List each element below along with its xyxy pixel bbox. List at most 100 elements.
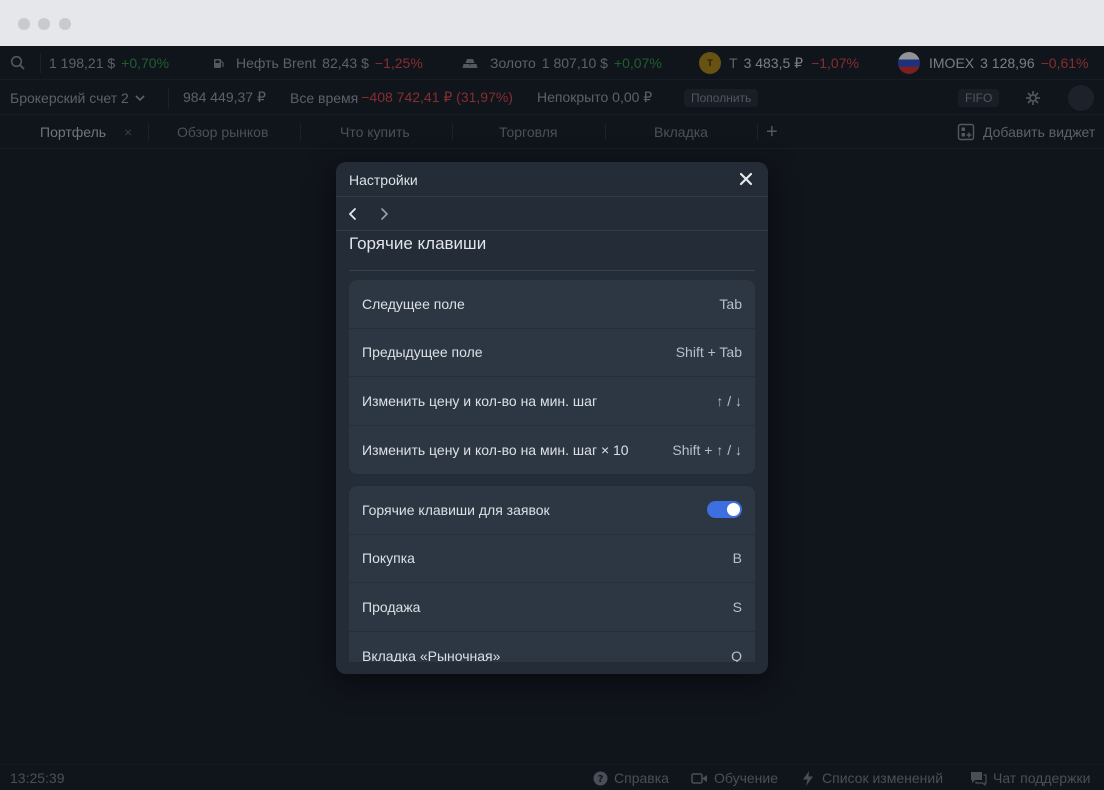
- hotkey-label: Вкладка «Рыночная»: [362, 647, 501, 662]
- hotkey-row[interactable]: Изменить цену и кол-во на мин. шаг × 10 …: [349, 426, 755, 475]
- ticker-price: 1 807,10 $: [541, 55, 608, 71]
- help-label: Справка: [614, 770, 669, 786]
- hotkey-value: Shift + Tab: [675, 344, 742, 361]
- add-widget-button[interactable]: Добавить виджет: [957, 115, 1095, 149]
- tab-divider: [452, 124, 453, 140]
- hotkey-value: Q: [731, 647, 742, 662]
- avatar[interactable]: [1068, 85, 1094, 111]
- tcs-logo: T: [699, 52, 721, 74]
- ticker-price: 1 198,21 $: [49, 55, 116, 71]
- settings-modal: Настройки Горячие клавиши Следущее поле …: [336, 162, 768, 674]
- ticker-brent[interactable]: Нефть Brent 82,43 $ −1,25%: [212, 46, 423, 80]
- window-maximize-dot[interactable]: [59, 18, 71, 30]
- tab-label: Вкладка: [654, 124, 708, 140]
- account-selector[interactable]: Брокерский счет 2: [10, 80, 146, 115]
- video-icon: [691, 772, 707, 784]
- add-tab-button[interactable]: +: [766, 115, 778, 149]
- support-chat-link[interactable]: Чат поддержки: [970, 765, 1090, 790]
- hotkey-row[interactable]: Следущее поле Tab: [349, 280, 755, 329]
- chevron-right-icon: [381, 208, 389, 220]
- window-close-dot[interactable]: [18, 18, 30, 30]
- ticker-gold-usd[interactable]: 1 198,21 $ +0,70%: [49, 46, 169, 80]
- modal-navigation: [336, 197, 768, 231]
- tab-portfolio[interactable]: Портфель ×: [40, 115, 132, 149]
- ticker-change: +0,07%: [613, 55, 662, 71]
- chevron-down-icon: [135, 94, 145, 101]
- tab-what-to-buy[interactable]: Что купить: [340, 115, 410, 149]
- lightning-icon: [803, 770, 813, 786]
- tab-divider: [300, 124, 301, 140]
- all-time-value: −408 742,41 ₽ (31,97%): [361, 89, 513, 105]
- balance-value: 984 449,37 ₽: [183, 89, 266, 105]
- hotkey-row[interactable]: Продажа S: [349, 583, 755, 632]
- order-hotkeys-toggle-row[interactable]: Горячие клавиши для заявок: [349, 486, 755, 535]
- learning-label: Обучение: [714, 770, 779, 786]
- account-balance: 984 449,37 ₽: [183, 80, 266, 115]
- tab-custom[interactable]: Вкладка: [654, 115, 708, 149]
- add-widget-icon: [957, 123, 975, 141]
- all-time-pnl[interactable]: Все время −408 742,41 ₽ (31,97%): [290, 80, 513, 115]
- fifo-button[interactable]: FIFO: [958, 89, 1000, 107]
- forward-button[interactable]: [375, 205, 393, 223]
- hotkey-row[interactable]: Покупка B: [349, 535, 755, 583]
- search-icon: [10, 55, 25, 70]
- search-button[interactable]: [10, 46, 26, 80]
- hotkey-label: Продажа: [362, 598, 421, 615]
- order-hotkeys-card: Горячие клавиши для заявок Покупка B Про…: [349, 486, 755, 662]
- uncovered-value: Непокрыто 0,00 ₽: [537, 89, 653, 105]
- hotkey-label: Изменить цену и кол-во на мин. шаг: [362, 392, 598, 409]
- fuel-icon: [214, 59, 224, 68]
- tab-trading[interactable]: Торговля: [499, 115, 557, 149]
- ticker-change: −1,25%: [374, 55, 423, 71]
- toggle-label: Горячие клавиши для заявок: [362, 501, 550, 518]
- changelog-label: Список изменений: [822, 770, 944, 786]
- ticker-change: +0,70%: [121, 55, 170, 71]
- settings-button[interactable]: [1025, 80, 1041, 115]
- modal-title: Настройки: [349, 172, 418, 188]
- hotkey-label: Покупка: [362, 550, 415, 567]
- ticker-price: 3 483,5 ₽: [743, 54, 804, 71]
- hotkey-value: Shift + ↑ / ↓: [672, 441, 742, 458]
- ticker-gold[interactable]: Золото 1 807,10 $ +0,07%: [462, 46, 662, 80]
- help-link[interactable]: ? Справка: [593, 765, 669, 790]
- tab-divider: [148, 124, 149, 140]
- ticker-divider: [40, 53, 41, 73]
- ticker-tcs[interactable]: T T 3 483,5 ₽ −1,07%: [699, 46, 859, 80]
- ticker-change: −1,07%: [811, 55, 859, 71]
- close-modal-button[interactable]: [736, 169, 756, 189]
- changelog-link[interactable]: Список изменений: [802, 765, 943, 790]
- clock-time: 13:25:39: [10, 770, 65, 786]
- tab-market-overview[interactable]: Обзор рынков: [177, 115, 268, 149]
- svg-text:?: ?: [598, 774, 604, 785]
- ticker-name: Нефть Brent: [236, 55, 317, 71]
- ticker-imoex[interactable]: IMOEX 3 128,96 −0,61%: [898, 46, 1089, 80]
- ticker-name: T: [729, 55, 738, 71]
- ticker-change: −0,61%: [1040, 55, 1089, 71]
- hotkey-value: S: [732, 598, 742, 615]
- account-bar: Брокерский счет 2 984 449,37 ₽ Все время…: [0, 80, 1104, 115]
- section-title: Горячие клавиши: [349, 234, 487, 253]
- window-minimize-dot[interactable]: [38, 18, 50, 30]
- settings-icon: [1026, 90, 1040, 105]
- hotkey-row[interactable]: Изменить цену и кол-во на мин. шаг ↑ / ↓: [349, 377, 755, 426]
- tab-label: Что купить: [340, 124, 410, 140]
- close-icon[interactable]: ×: [124, 124, 132, 140]
- status-bar: 13:25:39 ? Справка Обучение Список измен…: [0, 764, 1104, 790]
- hotkey-row[interactable]: Предыдущее поле Shift + Tab: [349, 329, 755, 377]
- learning-link[interactable]: Обучение: [691, 765, 778, 790]
- hotkey-row[interactable]: Вкладка «Рыночная» Q: [349, 632, 755, 662]
- topup-button[interactable]: Пополнить: [684, 89, 759, 107]
- gold-bars-icon: [462, 59, 478, 68]
- close-icon: [739, 172, 753, 186]
- tab-label: Обзор рынков: [177, 124, 269, 140]
- section-divider: [349, 270, 755, 271]
- order-hotkeys-toggle[interactable]: [707, 501, 742, 519]
- clock: 13:25:39: [10, 765, 65, 790]
- account-divider: [168, 88, 169, 108]
- back-button[interactable]: [344, 205, 362, 223]
- tab-label: Портфель: [40, 124, 107, 140]
- uncovered-amount: Непокрыто 0,00 ₽: [537, 80, 652, 115]
- help-icon: ?: [593, 771, 608, 785]
- hotkey-label: Предыдущее поле: [362, 344, 483, 361]
- chat-icon: [971, 771, 987, 786]
